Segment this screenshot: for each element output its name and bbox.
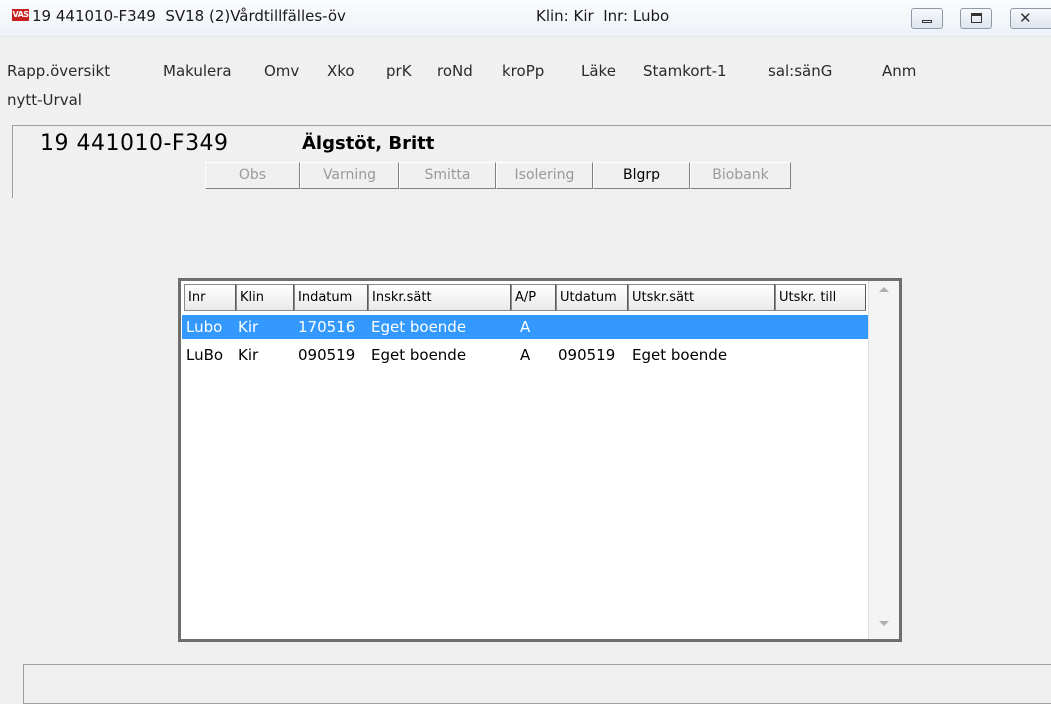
window-title: 19 441010-F349 SV18 (2)Vårdtillfälles-öv: [32, 7, 346, 25]
cell-inskr-satt: Eget boende: [371, 346, 467, 364]
tab-smitta[interactable]: Smitta: [399, 162, 496, 189]
list-header: Inr Klin Indatum Inskr.sätt A/P Utdatum …: [181, 281, 871, 311]
column-header-ap[interactable]: A/P: [511, 284, 556, 311]
cell-ap: A: [520, 346, 531, 364]
cell-inskr-satt: Eget boende: [371, 318, 467, 336]
column-header-indatum[interactable]: Indatum: [294, 284, 368, 311]
cell-utskr-satt: Eget boende: [632, 346, 728, 364]
vardtillfalle-list[interactable]: Inr Klin Indatum Inskr.sätt A/P Utdatum …: [178, 278, 902, 642]
cell-klin: Kir: [238, 318, 259, 336]
window-context: Klin: Kir Inr: Lubo: [536, 7, 670, 25]
menu-nytt-urval[interactable]: nytt-Urval: [7, 91, 82, 109]
maximize-button[interactable]: [960, 8, 992, 29]
patient-name: Älgstöt, Britt: [302, 133, 435, 154]
table-row[interactable]: Lubo Kir 170516 Eget boende A: [182, 315, 871, 339]
status-panel: [23, 664, 1051, 704]
menu-prk[interactable]: prK: [386, 62, 412, 80]
column-header-inskr-satt[interactable]: Inskr.sätt: [368, 284, 511, 311]
menu-xko[interactable]: Xko: [327, 62, 355, 80]
column-header-utskr-till[interactable]: Utskr. till: [775, 284, 866, 311]
menu-stamkort[interactable]: Stamkort-1: [643, 62, 727, 80]
menu-makulera[interactable]: Makulera: [163, 62, 232, 80]
cell-indatum: 090519: [298, 346, 356, 364]
menu-salsang[interactable]: sal:sänG: [768, 62, 832, 80]
column-header-klin[interactable]: Klin: [236, 284, 294, 311]
cell-inr: LuBo: [186, 346, 224, 364]
vertical-scrollbar[interactable]: [868, 281, 899, 639]
minimize-button[interactable]: [911, 8, 943, 29]
close-button[interactable]: ✕: [1010, 8, 1051, 29]
menu-kropp[interactable]: kroPp: [502, 62, 544, 80]
column-header-utdatum[interactable]: Utdatum: [556, 284, 628, 311]
close-icon: ✕: [1019, 9, 1032, 27]
app-icon: VAS: [12, 9, 29, 21]
tab-obs[interactable]: Obs: [205, 162, 300, 189]
menu-omv[interactable]: Omv: [264, 62, 299, 80]
cell-ap: A: [520, 318, 531, 336]
tab-biobank[interactable]: Biobank: [690, 162, 791, 189]
menu-rond[interactable]: roNd: [437, 62, 473, 80]
patient-id: 19 441010-F349: [40, 131, 229, 156]
cell-utdatum: 090519: [558, 346, 616, 364]
column-header-inr[interactable]: Inr: [184, 284, 236, 311]
scroll-down-icon[interactable]: [879, 621, 889, 626]
cell-klin: Kir: [238, 346, 259, 364]
scroll-up-icon[interactable]: [879, 287, 889, 292]
tab-varning[interactable]: Varning: [300, 162, 399, 189]
tab-isolering[interactable]: Isolering: [496, 162, 593, 189]
maximize-icon: [971, 13, 982, 23]
menu-anm[interactable]: Anm: [882, 62, 916, 80]
minimize-icon: [922, 20, 932, 23]
column-header-utskr-satt[interactable]: Utskr.sätt: [628, 284, 775, 311]
menu-bar: Rapp.översikt Makulera Omv Xko prK roNd …: [0, 58, 1051, 118]
title-bar: VAS 19 441010-F349 SV18 (2)Vårdtillfälle…: [0, 0, 1051, 37]
cell-indatum: 170516: [298, 318, 356, 336]
tab-blgrp[interactable]: Blgrp: [593, 162, 690, 189]
cell-inr: Lubo: [186, 318, 223, 336]
menu-rapp-oversikt[interactable]: Rapp.översikt: [7, 62, 110, 80]
table-row[interactable]: LuBo Kir 090519 Eget boende A 090519 Ege…: [182, 343, 871, 367]
menu-lake[interactable]: Läke: [581, 62, 616, 80]
